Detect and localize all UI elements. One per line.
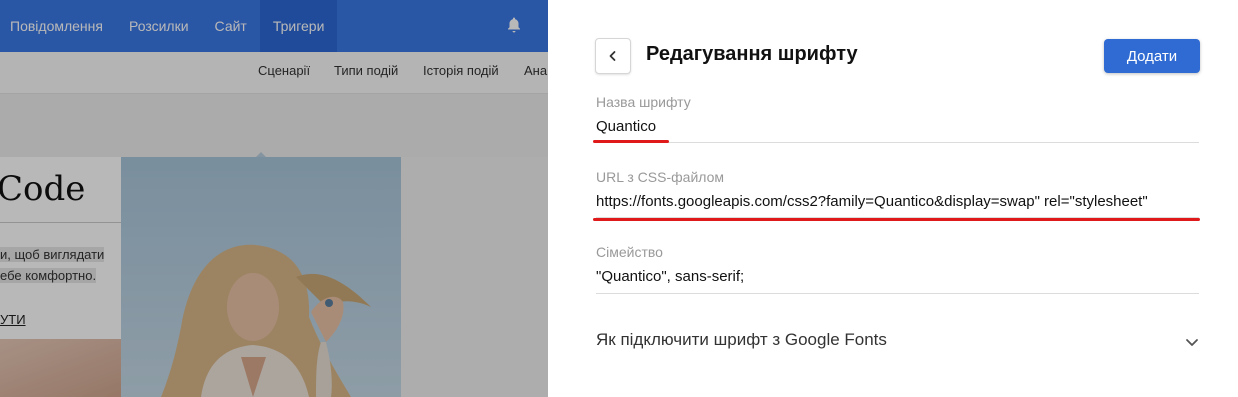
- font-family-underline: [596, 293, 1199, 294]
- css-url-input[interactable]: https://fonts.googleapis.com/css2?family…: [596, 193, 1199, 210]
- highlight-underline-name: [593, 140, 669, 143]
- font-name-underline: [596, 142, 1199, 143]
- font-name-label: Назва шрифту: [596, 94, 691, 110]
- edit-font-panel: Редагування шрифту Додати Назва шрифту Q…: [548, 0, 1238, 397]
- css-url-field[interactable]: URL з CSS-файлом https://fonts.googleapi…: [596, 169, 1199, 219]
- font-name-field[interactable]: Назва шрифту Quantico: [596, 94, 1199, 144]
- google-fonts-accordion[interactable]: Як підключити шрифт з Google Fonts: [596, 330, 1200, 354]
- highlight-underline-url: [593, 218, 1200, 221]
- css-url-label: URL з CSS-файлом: [596, 169, 724, 185]
- background-app: Повідомлення Розсилки Сайт Тригери Сцена…: [0, 0, 548, 397]
- add-button[interactable]: Додати: [1104, 39, 1200, 73]
- accordion-label: Як підключити шрифт з Google Fonts: [596, 330, 887, 349]
- chevron-down-icon: [1186, 339, 1198, 346]
- font-family-label: Сімейство: [596, 244, 663, 260]
- panel-title: Редагування шрифту: [646, 43, 858, 65]
- font-family-input[interactable]: "Quantico", sans-serif;: [596, 268, 1199, 285]
- modal-backdrop[interactable]: [0, 0, 548, 397]
- chevron-left-icon: [609, 51, 616, 61]
- back-button[interactable]: [595, 38, 631, 74]
- font-name-input[interactable]: Quantico: [596, 118, 1199, 135]
- font-family-field[interactable]: Сімейство "Quantico", sans-serif;: [596, 244, 1199, 294]
